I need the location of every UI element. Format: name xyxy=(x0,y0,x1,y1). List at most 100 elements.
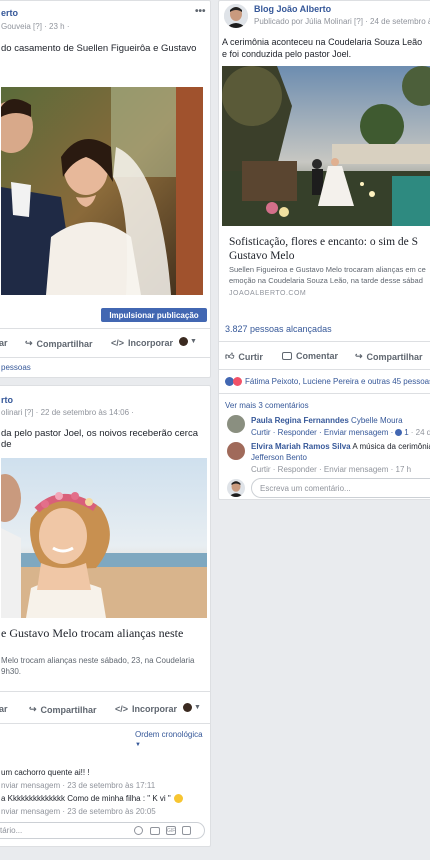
link-preview-image[interactable] xyxy=(222,66,430,226)
link-title[interactable]: e Gustavo Melo trocam alianças neste xyxy=(1,626,183,641)
comment: Elvira Mariah Ramos Silva A música da ce… xyxy=(251,442,430,451)
reactions-summary[interactable]: Fátima Peixoto, Luciene Pereira e outras… xyxy=(225,377,430,386)
comment-input[interactable]: Escreva um comentário... xyxy=(251,478,430,498)
link-title-line: Sofisticação, flores e encanto: o sim de… xyxy=(229,236,419,248)
embed-button[interactable]: </> Incorporar xyxy=(111,338,173,348)
more-comments-link[interactable]: Ver mais 3 comentários xyxy=(225,401,309,410)
share-label: Compartilhar xyxy=(40,704,97,715)
link-description: emoção na Coudelaria Souza Leão, na tard… xyxy=(229,276,423,285)
page-avatar-icon xyxy=(179,337,188,346)
comment-text: um cachorro quente ai!! ! xyxy=(1,768,90,777)
embed-label: Incorporar xyxy=(132,704,178,714)
commenter-name[interactable]: Paula Regina Fernanndes xyxy=(251,416,349,425)
share-icon: ↪ xyxy=(29,704,37,714)
chevron-down-icon: ▼ xyxy=(194,704,201,711)
like-button[interactable]: 👍︎ Curtir xyxy=(225,351,263,362)
more-options-icon[interactable]: ••• xyxy=(195,6,206,17)
post-card-top: erto Gouveia [?] · 23 h · ••• do casamen… xyxy=(0,0,211,378)
like-label: ar xyxy=(0,338,8,348)
post-meta: Publicado por Júlia Molinari [?] · 24 de… xyxy=(254,17,430,26)
post-author[interactable]: rto xyxy=(1,395,13,405)
comment-actions[interactable]: Curtir · Responder · Enviar mensagem · 1… xyxy=(251,465,411,474)
comment-like-count[interactable]: 1 xyxy=(404,428,408,437)
post-text: do casamento de Suellen Figueirôa e Gust… xyxy=(1,43,197,54)
link-title-line: Gustavo Melo xyxy=(229,250,295,262)
comment-text[interactable]: Cybelle Moura xyxy=(351,416,403,425)
link-description: 9h30. xyxy=(1,667,22,676)
code-icon: </> xyxy=(111,338,125,348)
link-description: Melo trocam alianças neste sábado, 23, n… xyxy=(1,656,195,665)
reach-text[interactable]: pessoas xyxy=(1,363,31,372)
link-title[interactable]: Sofisticação, flores e encanto: o sim de… xyxy=(229,235,418,263)
share-label: Compartilhar xyxy=(366,351,423,362)
share-button[interactable]: ↪ Compartilhar xyxy=(29,704,97,715)
divider xyxy=(0,357,210,358)
comment-order-selector[interactable]: Ordem cronológica ▼ xyxy=(135,730,210,748)
post-card-right: Blog João Alberto Publicado por Júlia Mo… xyxy=(218,0,430,500)
post-text: A cerimônia aconteceu na Coudelaria Souz… xyxy=(222,37,423,47)
gif-icon[interactable]: GIF xyxy=(166,826,176,835)
commenter-name[interactable]: Elvira Mariah Ramos Silva xyxy=(251,442,351,451)
share-icon: ↪ xyxy=(25,338,33,348)
comment-text: a Kkkkkkkkkkkkkk Como de minha filha : "… xyxy=(1,794,183,803)
comment-mention[interactable]: Jefferson Bento xyxy=(251,453,307,462)
post-meta: Gouveia [?] · 23 h · xyxy=(1,22,70,31)
share-icon: ↪ xyxy=(355,351,363,361)
page: erto Gouveia [?] · 23 h · ••• do casamen… xyxy=(0,0,430,860)
camera-icon[interactable] xyxy=(150,827,160,835)
embed-button[interactable]: </> Incorporar xyxy=(115,704,177,714)
order-label: Ordem cronológica xyxy=(135,730,203,739)
divider xyxy=(219,341,430,342)
sticker-icon[interactable] xyxy=(182,826,191,835)
chevron-down-icon: ▼ xyxy=(190,338,197,345)
reach-text[interactable]: 3.827 pessoas alcançadas xyxy=(225,324,332,334)
thumbs-up-icon: 👍︎ xyxy=(225,351,235,361)
divider xyxy=(0,328,210,329)
like-label: ar xyxy=(0,704,8,714)
link-domain: JOAOALBERTO.COM xyxy=(229,290,307,297)
post-card-bottom: rto olinari [?] · 22 de setembro às 14:0… xyxy=(0,385,211,847)
like-button[interactable]: ar xyxy=(0,338,8,348)
smile-emoji-icon xyxy=(173,794,183,803)
like-button[interactable]: ar xyxy=(0,704,8,714)
comment-meta: nviar mensagem · 23 de setembro às 20:05 xyxy=(1,807,156,816)
comment-button[interactable]: Comentar xyxy=(282,351,338,361)
divider xyxy=(219,369,430,370)
emoji-icon[interactable] xyxy=(134,826,143,835)
link-preview-image[interactable] xyxy=(1,458,207,618)
share-button[interactable]: ↪ Compartilhar xyxy=(25,338,93,349)
like-reaction-icon xyxy=(395,429,403,436)
embed-label: Incorporar xyxy=(128,338,174,348)
share-label: Compartilhar xyxy=(36,338,93,349)
audience-selector[interactable]: ▼ xyxy=(183,703,201,712)
comment: Paula Regina Fernanndes Cybelle Moura xyxy=(251,416,403,425)
comment-actions-text[interactable]: Curtir · Responder · Enviar mensagem · xyxy=(251,428,393,437)
comment-placeholder: Escreva um comentário... xyxy=(260,483,351,493)
page-avatar-icon xyxy=(183,703,192,712)
commenter-avatar[interactable] xyxy=(227,415,245,433)
boost-post-button[interactable]: Impulsionar publicação xyxy=(101,308,207,322)
code-icon: </> xyxy=(115,704,129,714)
comment-label: Comentar xyxy=(296,351,339,361)
post-text: da pelo pastor Joel, os noivos receberão… xyxy=(1,428,198,450)
comment-input[interactable]: tário... GIF xyxy=(0,822,205,839)
love-reaction-icon xyxy=(233,377,242,386)
share-button[interactable]: ↪ Compartilhar xyxy=(355,351,423,362)
divider xyxy=(0,723,210,724)
chevron-down-icon: ▼ xyxy=(135,742,141,748)
post-meta: olinari [?] · 22 de setembro às 14:06 · xyxy=(1,408,134,417)
post-photo[interactable] xyxy=(1,87,203,295)
divider xyxy=(219,393,430,394)
like-label: Curtir xyxy=(238,351,263,362)
commenter-avatar[interactable] xyxy=(227,442,245,460)
reactions-text: Fátima Peixoto, Luciene Pereira e outras… xyxy=(245,377,430,386)
comment-text: A música da cerimônia xyxy=(352,442,430,451)
post-author[interactable]: erto xyxy=(1,8,18,18)
page-avatar[interactable] xyxy=(224,4,248,28)
post-author[interactable]: Blog João Alberto xyxy=(254,4,331,14)
comment-text-body: a Kkkkkkkkkkkkkk Como de minha filha : "… xyxy=(1,794,171,803)
audience-selector[interactable]: ▼ xyxy=(179,337,197,346)
comment-time: · 24 d xyxy=(410,428,430,437)
comment-meta: nviar mensagem · 23 de setembro às 17:11 xyxy=(1,781,156,790)
page-avatar xyxy=(227,479,245,497)
